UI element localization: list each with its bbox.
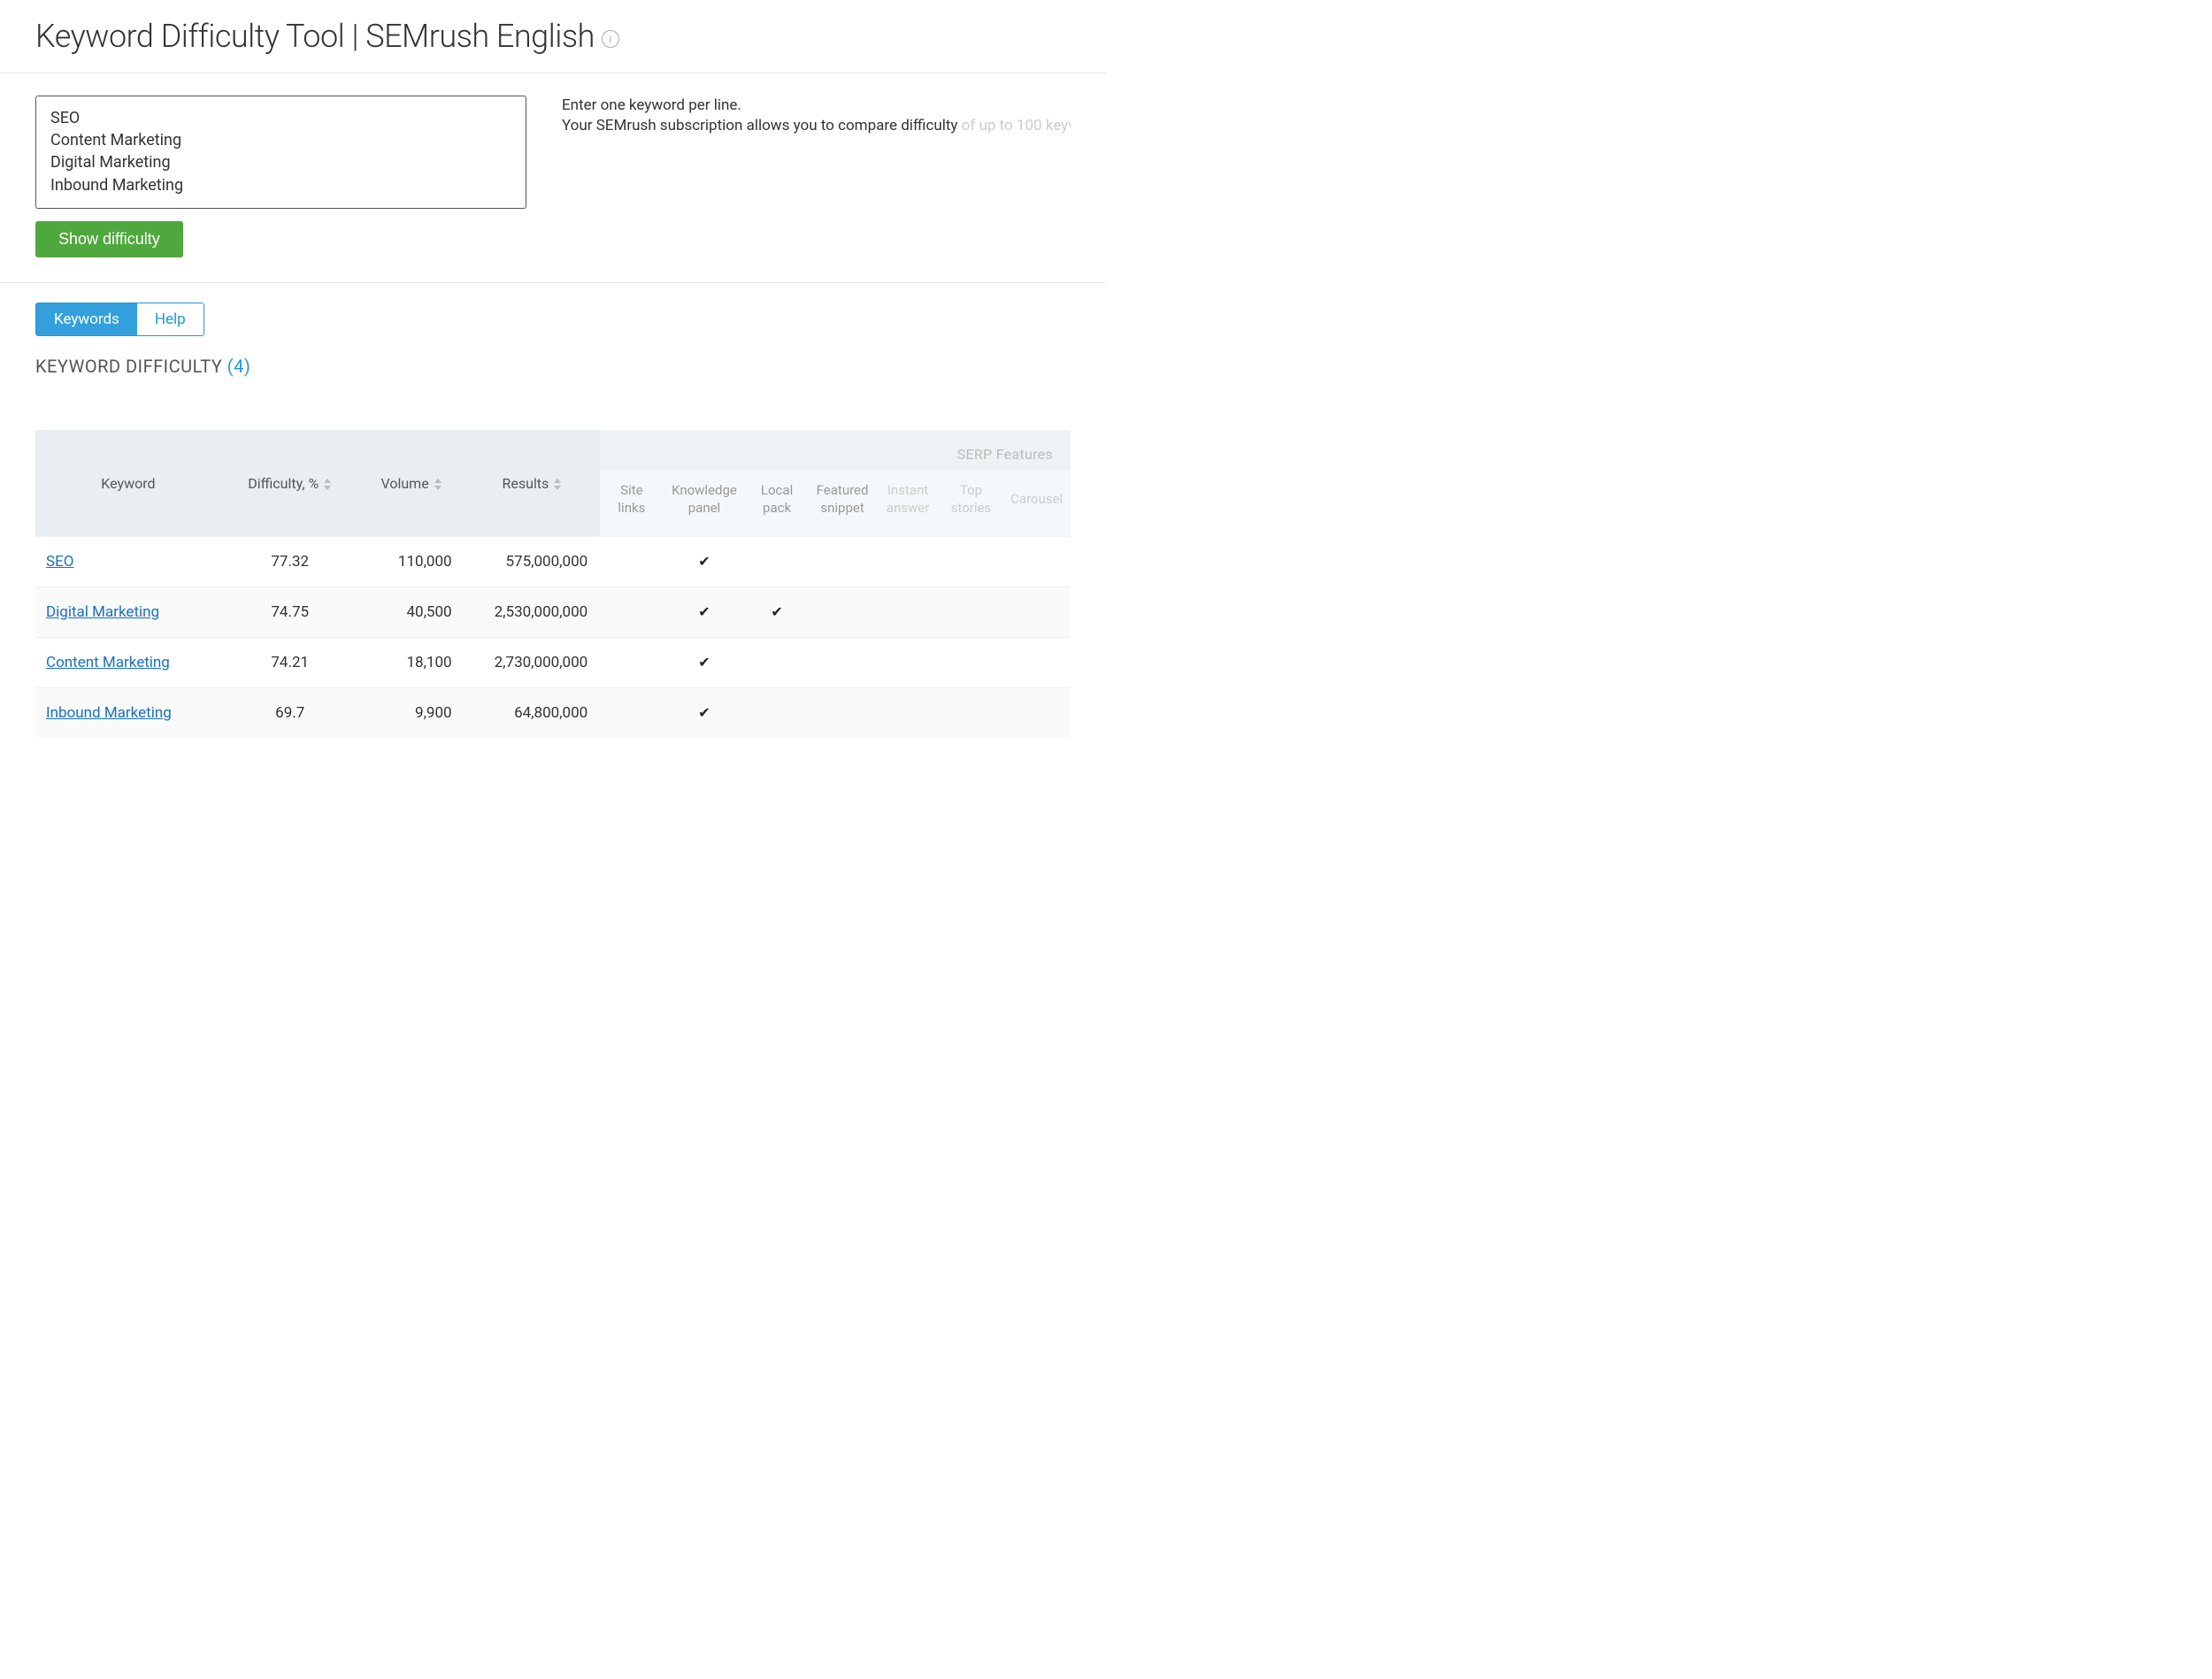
- sort-icon: [434, 479, 442, 490]
- cell-serp-top-stories: [940, 688, 1002, 739]
- cell-serp-local-pack: [745, 688, 808, 739]
- cell-serp-instant-answer: [876, 537, 939, 587]
- cell-difficulty: 77.32: [221, 537, 359, 587]
- cell-serp-local-pack: [745, 537, 808, 587]
- sort-icon: [323, 479, 332, 490]
- cell-results: 2,730,000,000: [465, 638, 601, 688]
- cell-serp-carousel: [1002, 688, 1071, 739]
- col-featured-snippet[interactable]: Featured snippet: [809, 470, 877, 537]
- page-title: Keyword Difficulty Tool | SEMrush Englis…: [35, 18, 595, 55]
- cell-serp-top-stories: [940, 638, 1002, 688]
- cell-volume: 40,500: [359, 587, 465, 638]
- cell-serp-top-stories: [940, 537, 1002, 587]
- check-icon: ✔: [698, 603, 710, 620]
- check-icon: ✔: [698, 704, 710, 721]
- cell-keyword: Inbound Marketing: [35, 688, 221, 739]
- help-line-2a: Your SEMrush subscription allows you to …: [562, 117, 962, 134]
- col-knowledge-panel[interactable]: Knowledge panel: [664, 470, 746, 537]
- cell-serp-featured-snippet: [809, 587, 877, 638]
- col-results[interactable]: Results: [465, 447, 601, 520]
- col-difficulty[interactable]: Difficulty, %: [221, 447, 359, 520]
- col-volume[interactable]: Volume: [359, 447, 465, 520]
- cell-serp-site-links: [600, 537, 663, 587]
- cell-serp-carousel: [1002, 587, 1071, 638]
- cell-keyword: Content Marketing: [35, 638, 221, 688]
- info-icon[interactable]: i: [602, 30, 619, 48]
- table-row: SEO 77.32110,000575,000,000 ✔: [35, 537, 1071, 587]
- cell-serp-top-stories: [940, 587, 1002, 638]
- keyword-link[interactable]: Content Marketing: [46, 654, 170, 671]
- cell-keyword: Digital Marketing: [35, 587, 221, 638]
- col-carousel[interactable]: Carousel: [1002, 470, 1071, 537]
- cell-difficulty: 74.21: [221, 638, 359, 688]
- cell-serp-local-pack: [745, 638, 808, 688]
- col-site-links[interactable]: Site links: [600, 470, 663, 537]
- cell-volume: 9,900: [359, 688, 465, 739]
- table-row: Inbound Marketing 69.79,90064,800,000 ✔: [35, 688, 1071, 739]
- cell-results: 575,000,000: [465, 537, 601, 587]
- tab-keywords[interactable]: Keywords: [36, 303, 137, 335]
- table-row: Content Marketing 74.2118,1002,730,000,00…: [35, 638, 1071, 688]
- cell-serp-site-links: [600, 688, 663, 739]
- cell-serp-carousel: [1002, 537, 1071, 587]
- check-icon: ✔: [698, 553, 710, 570]
- divider: [0, 282, 1106, 283]
- tab-help[interactable]: Help: [137, 303, 204, 335]
- section-label: KEYWORD DIFFICULTY: [35, 356, 227, 377]
- cell-serp-knowledge-panel: ✔: [664, 688, 746, 739]
- help-text: Enter one keyword per line. Your SEMrush…: [562, 96, 1071, 136]
- cell-serp-featured-snippet: [809, 638, 877, 688]
- table-row: Digital Marketing 74.7540,5002,530,000,00…: [35, 587, 1071, 638]
- cell-volume: 18,100: [359, 638, 465, 688]
- show-difficulty-button[interactable]: Show difficulty: [35, 221, 183, 257]
- cell-serp-instant-answer: [876, 638, 939, 688]
- tab-group: Keywords Help: [35, 303, 204, 336]
- sort-icon: [553, 479, 562, 490]
- cell-volume: 110,000: [359, 537, 465, 587]
- cell-serp-knowledge-panel: ✔: [664, 638, 746, 688]
- keyword-link[interactable]: SEO: [46, 553, 73, 571]
- col-serp-features-group: SERP Features: [600, 430, 1071, 470]
- cell-serp-site-links: [600, 638, 663, 688]
- cell-serp-knowledge-panel: ✔: [664, 537, 746, 587]
- keyword-link[interactable]: Digital Marketing: [46, 603, 159, 621]
- check-icon: ✔: [771, 603, 782, 620]
- cell-serp-featured-snippet: [809, 537, 877, 587]
- keywords-textarea[interactable]: [35, 96, 526, 209]
- cell-difficulty: 74.75: [221, 587, 359, 638]
- help-line-1: Enter one keyword per line.: [562, 96, 741, 114]
- col-instant-answer[interactable]: Instant answer: [876, 470, 939, 537]
- results-table: Keyword Difficulty, % Volume Results SER…: [35, 430, 1071, 738]
- check-icon: ✔: [698, 654, 710, 671]
- cell-serp-featured-snippet: [809, 688, 877, 739]
- cell-serp-carousel: [1002, 638, 1071, 688]
- cell-serp-site-links: [600, 587, 663, 638]
- col-keyword[interactable]: Keyword: [35, 447, 221, 520]
- cell-results: 64,800,000: [465, 688, 601, 739]
- keyword-link[interactable]: Inbound Marketing: [46, 704, 172, 722]
- cell-serp-instant-answer: [876, 688, 939, 739]
- cell-serp-knowledge-panel: ✔: [664, 587, 746, 638]
- section-count: (4): [227, 356, 251, 377]
- cell-serp-local-pack: ✔: [745, 587, 808, 638]
- section-heading: KEYWORD DIFFICULTY (4): [35, 356, 1071, 377]
- cell-serp-instant-answer: [876, 587, 939, 638]
- cell-keyword: SEO: [35, 537, 221, 587]
- col-local-pack[interactable]: Local pack: [745, 470, 808, 537]
- cell-results: 2,530,000,000: [465, 587, 601, 638]
- cell-difficulty: 69.7: [221, 688, 359, 739]
- col-top-stories[interactable]: Top stories: [940, 470, 1002, 537]
- help-line-2b: of up to 100 keyw: [962, 117, 1071, 134]
